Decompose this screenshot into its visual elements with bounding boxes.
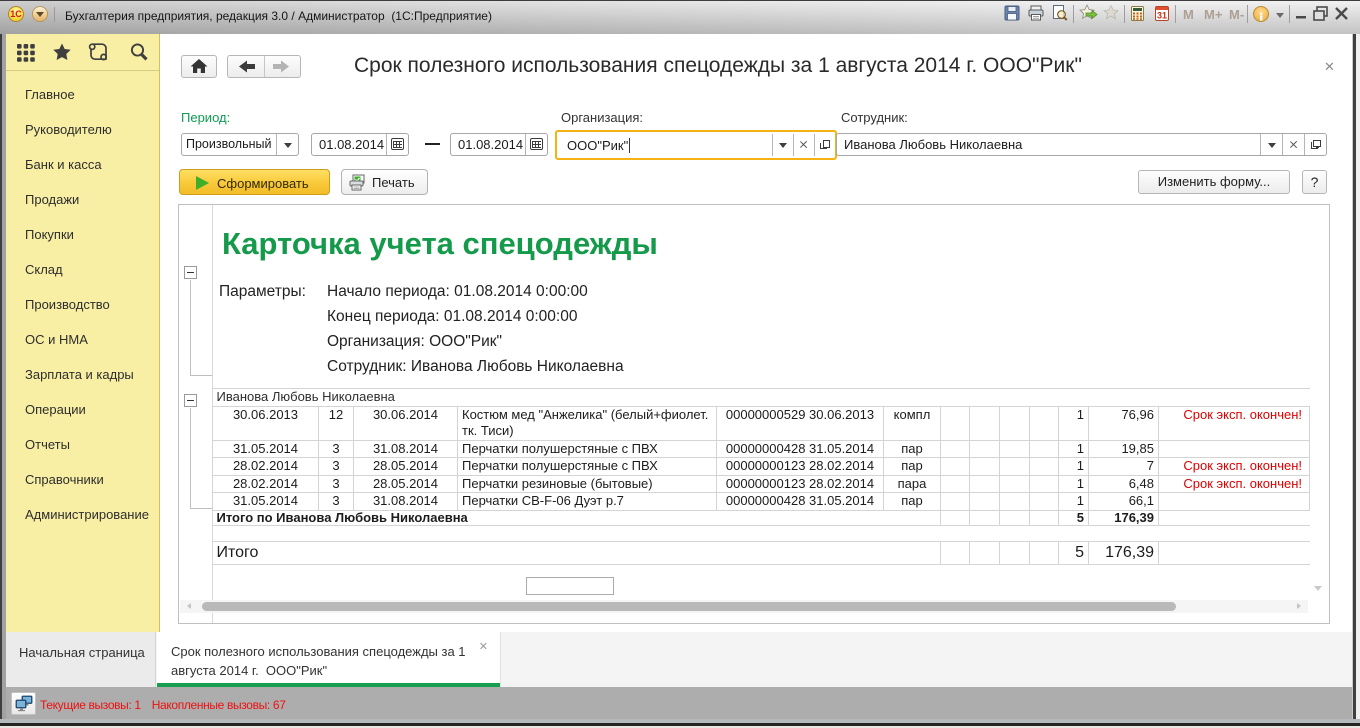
- svg-text:M+: M+: [1204, 7, 1223, 22]
- svg-text:31: 31: [1157, 11, 1167, 21]
- svg-text:M-: M-: [1229, 7, 1244, 22]
- svg-text:M: M: [1183, 7, 1194, 22]
